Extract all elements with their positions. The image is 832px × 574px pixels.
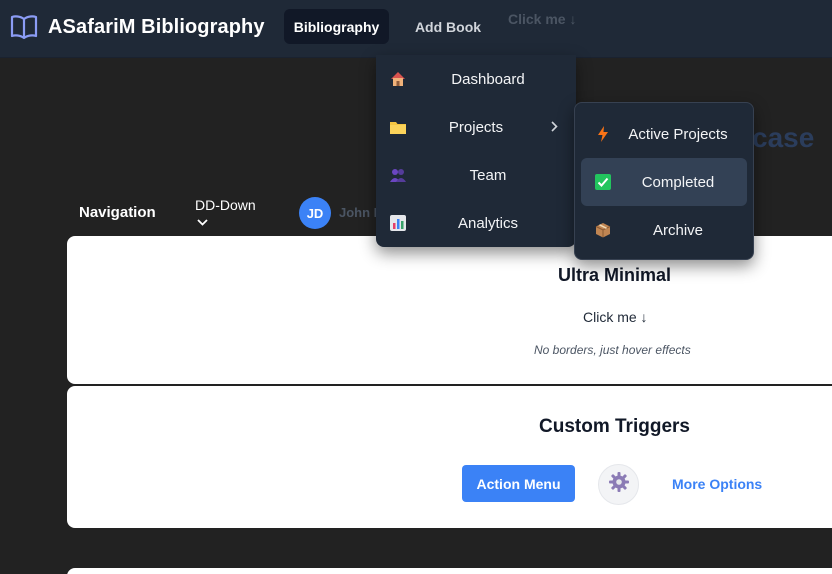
submenu-item-archive[interactable]: Archive xyxy=(581,206,747,254)
card-title: Ultra Minimal xyxy=(557,265,672,285)
menu-item-label: Projects xyxy=(448,118,504,136)
menu-item-label: Dashboard xyxy=(451,70,525,88)
submenu-item-active-projects[interactable]: Active Projects xyxy=(581,110,747,158)
card-hint: No borders, just hover effects xyxy=(534,343,691,357)
next-card xyxy=(67,568,832,574)
projects-submenu: Active Projects Completed Archive xyxy=(574,102,754,260)
top-navbar: ASafariM Bibliography Bibliography Add B… xyxy=(0,0,832,58)
custom-triggers-card: Custom Triggers Action Menu More Options xyxy=(67,386,832,528)
submenu-item-label: Completed xyxy=(641,173,715,191)
card-title: Custom Triggers xyxy=(539,416,690,437)
open-book-icon xyxy=(10,14,38,40)
menu-item-analytics[interactable]: Analytics xyxy=(376,199,576,247)
brand[interactable]: ASafariM Bibliography xyxy=(10,12,265,42)
dd-down-label: DD-Down xyxy=(195,197,256,213)
menu-item-projects[interactable]: Projects xyxy=(376,103,576,151)
menu-item-label: Team xyxy=(469,166,507,184)
nav-dropdown-trigger[interactable]: Click me ↓ xyxy=(508,11,576,27)
chevron-right-icon xyxy=(551,119,558,135)
menu-item-team[interactable]: Team xyxy=(376,151,576,199)
menu-item-label: Analytics xyxy=(457,214,519,232)
submenu-item-label: Active Projects xyxy=(628,125,728,143)
background-heading-fragment: case xyxy=(752,122,815,153)
user-name[interactable]: John Doe xyxy=(339,205,379,220)
action-menu-button[interactable]: Action Menu xyxy=(462,465,575,502)
brand-title: ASafariM Bibliography xyxy=(48,15,265,38)
more-options-link[interactable]: More Options xyxy=(672,476,762,492)
submenu-item-completed[interactable]: Completed xyxy=(581,158,747,206)
dd-down-dropdown[interactable]: DD-Down xyxy=(195,197,256,230)
click-me-trigger[interactable]: Click me ↓ xyxy=(583,309,648,325)
chevron-down-icon xyxy=(197,214,256,230)
menu-item-dashboard[interactable]: Dashboard xyxy=(376,55,576,103)
nav-bibliography-button[interactable]: Bibliography xyxy=(284,9,389,44)
avatar[interactable]: JD xyxy=(299,197,331,229)
gear-button[interactable] xyxy=(598,464,639,505)
nav-add-book-button[interactable]: Add Book xyxy=(404,9,492,44)
submenu-item-label: Archive xyxy=(652,221,704,239)
gear-icon xyxy=(608,471,630,499)
navigation-label: Navigation xyxy=(79,204,156,221)
dropdown-menu: Dashboard Projects Team Analytics xyxy=(376,55,576,247)
